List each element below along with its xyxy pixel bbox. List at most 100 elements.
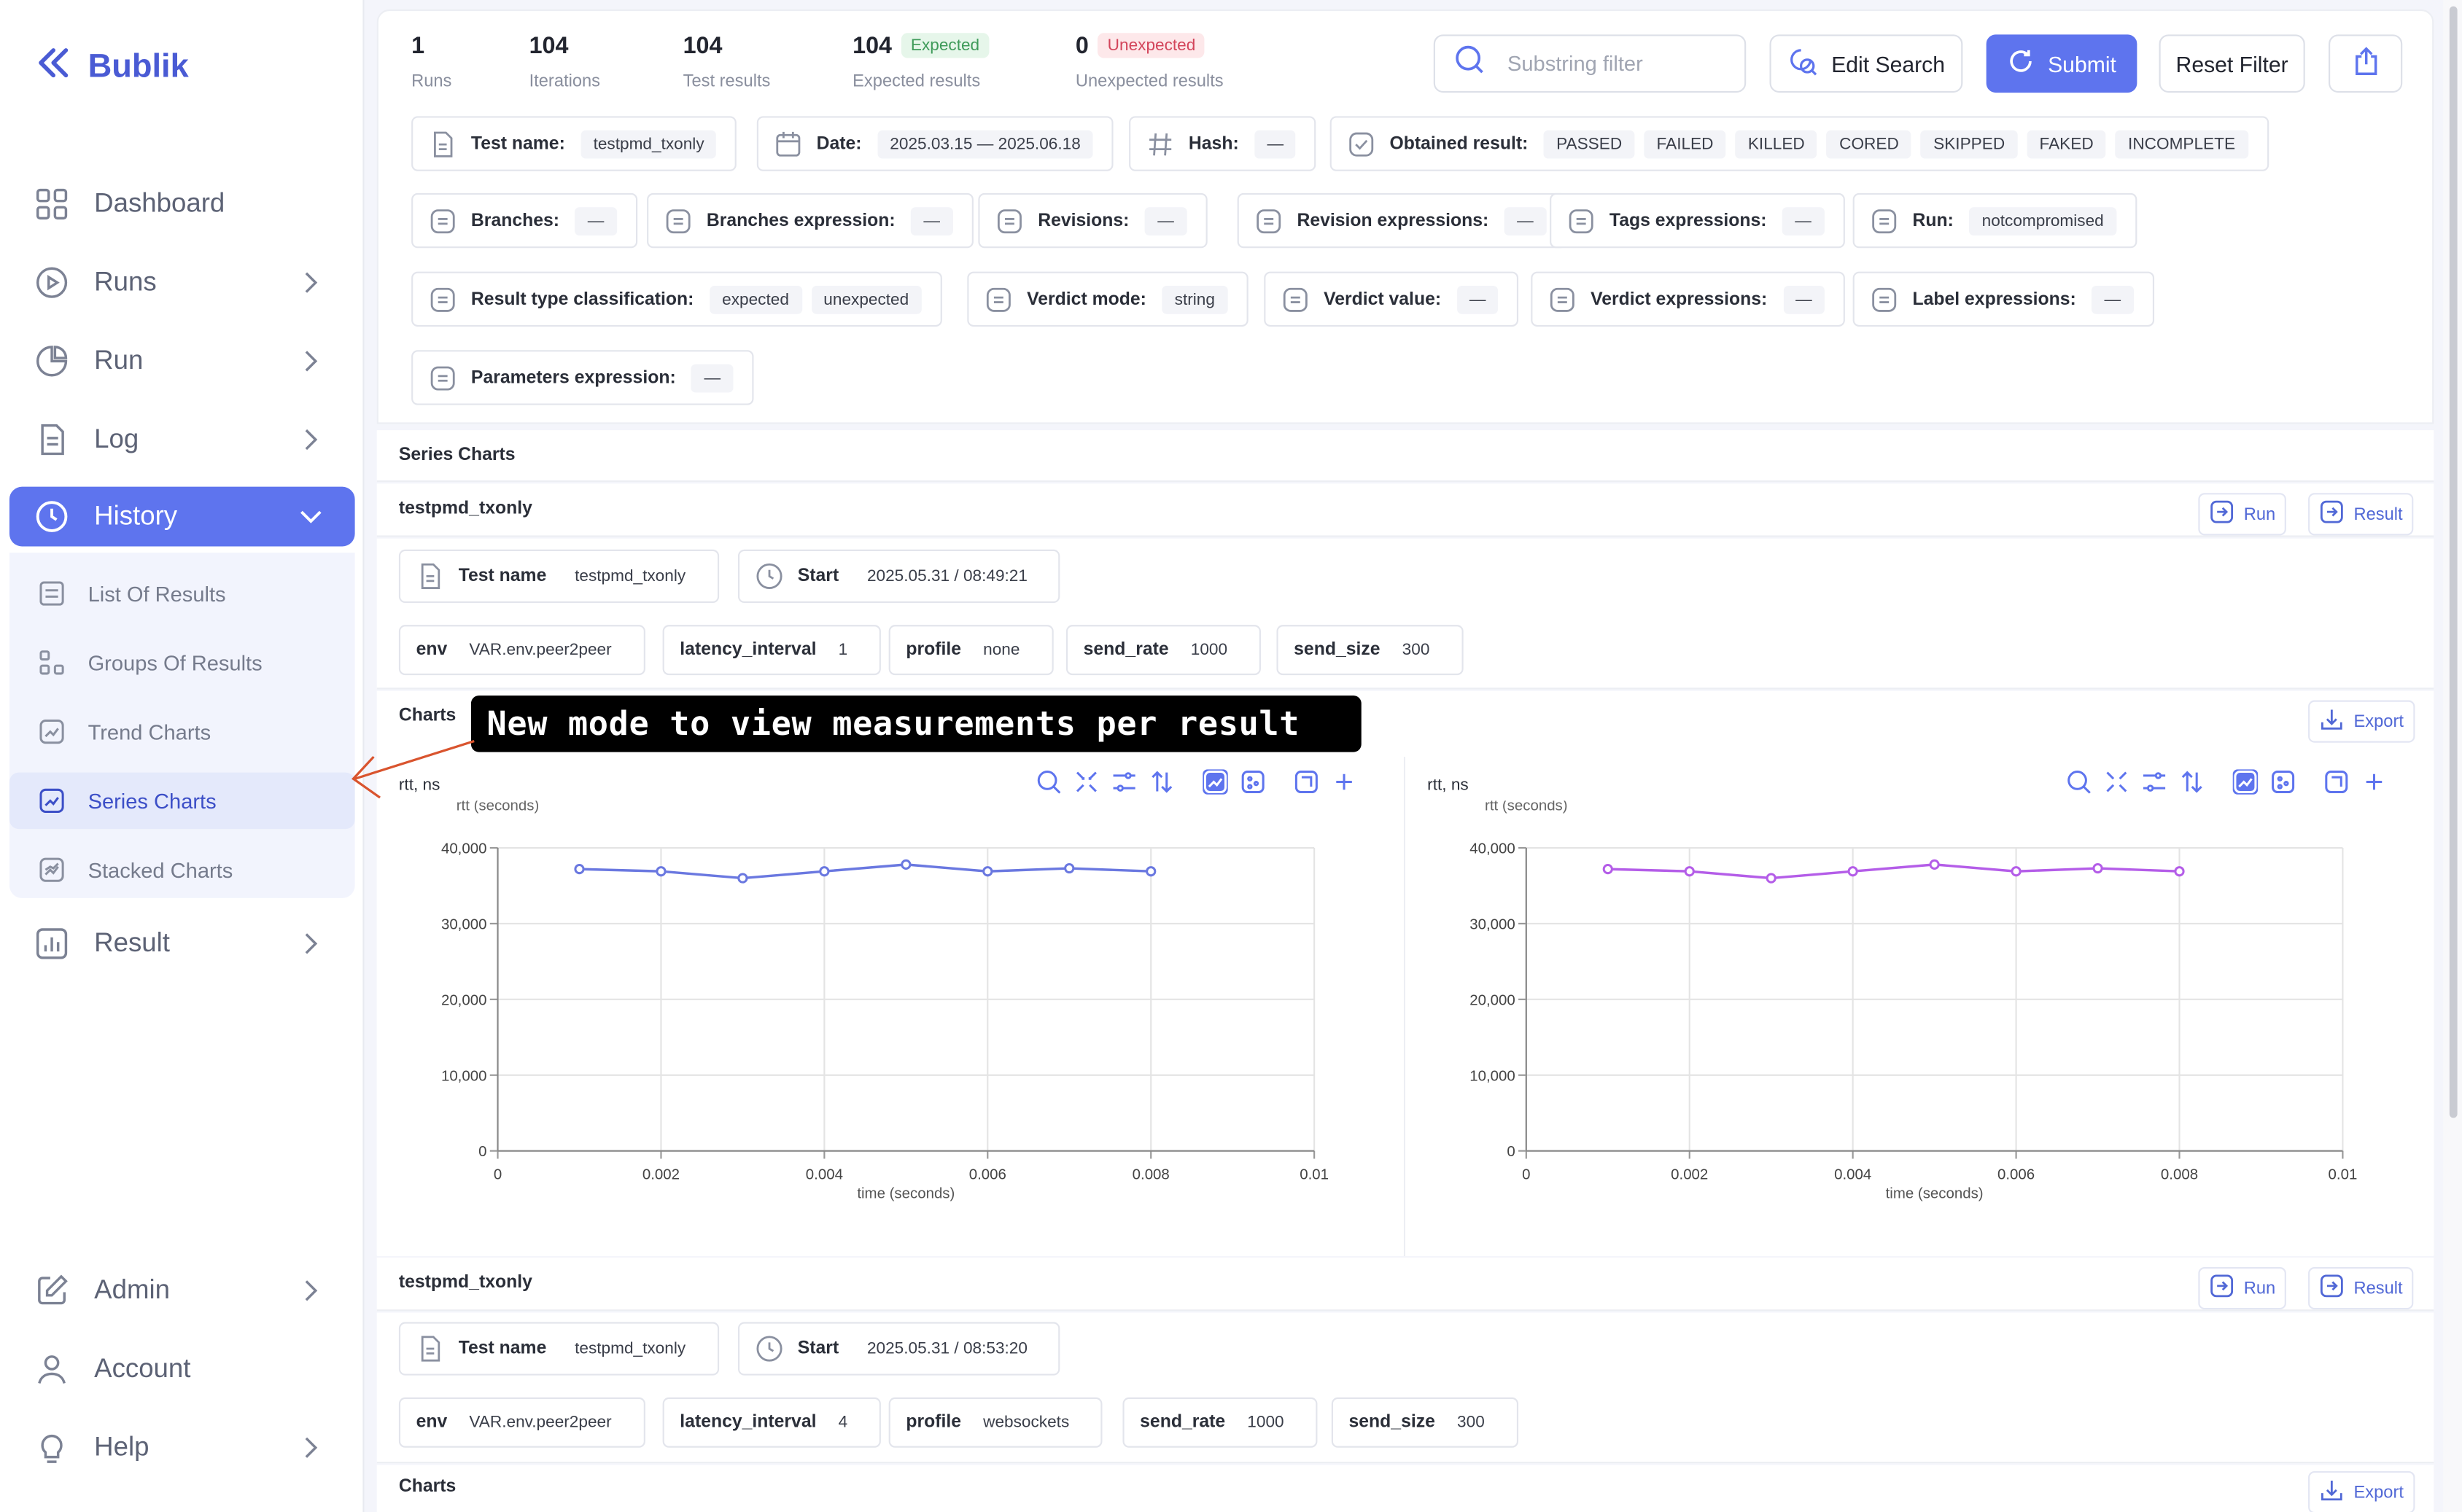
submit-button[interactable]: Submit: [1986, 34, 2137, 93]
scatter-mode-icon[interactable]: [2270, 769, 2295, 794]
filter-tags-expressions[interactable]: Tags expressions: —: [1550, 192, 1845, 249]
result-meta: Test name testpmd_txonly Start 2025.05.31 …: [376, 1312, 2434, 1464]
series-chart-icon: [38, 787, 66, 815]
sidebar-item-help[interactable]: Help: [9, 1418, 355, 1478]
filter-revisions[interactable]: Revisions: —: [978, 192, 1208, 249]
chart-panel: rtt, ns rtt (seconds) 0 10,000 20,000 30,000…: [1405, 753, 2434, 1256]
sidebar-item-stacked-charts[interactable]: Stacked Charts: [9, 841, 355, 898]
sidebar-item-label: Help: [94, 1432, 149, 1462]
fullscreen-icon[interactable]: [1294, 769, 1319, 794]
filter-value: unexpected: [811, 284, 922, 313]
plus-icon[interactable]: [2361, 769, 2386, 794]
sidebar-item-list-of-results[interactable]: List Of Results: [9, 565, 355, 622]
refresh-icon: [2007, 47, 2035, 80]
filter-verdict-mode[interactable]: Verdict mode: string: [967, 271, 1249, 327]
search-input[interactable]: [1507, 52, 1728, 76]
filter-branches[interactable]: Branches: —: [411, 192, 637, 249]
reset-filter-button[interactable]: Reset Filter: [2159, 34, 2305, 93]
result-header: testpmd_txonly Run Result: [376, 483, 2434, 537]
swap-icon[interactable]: [1149, 769, 1174, 794]
run-link-button[interactable]: Run: [2198, 493, 2287, 536]
sidebar-item-account[interactable]: Account: [9, 1339, 355, 1399]
zoom-icon[interactable]: [1036, 769, 1061, 794]
chevron-right-icon: [298, 1433, 323, 1462]
sidebar-item-result[interactable]: Result: [9, 913, 355, 973]
sliders-icon[interactable]: [2142, 769, 2167, 794]
filter-run[interactable]: Run: notcompromised: [1852, 192, 2137, 249]
param-send-rate: send_rate 1000: [1122, 1397, 1317, 1448]
substring-filter[interactable]: [1433, 34, 1747, 93]
trend-chart-icon: [38, 717, 66, 746]
fullscreen-icon[interactable]: [2324, 769, 2349, 794]
y-tick-label: 30,000: [441, 916, 487, 932]
filter-obtained-result[interactable]: Obtained result: PASSED FAILED KILLED CORED…: [1329, 116, 2269, 171]
scrollbar-thumb[interactable]: [2449, 6, 2458, 1118]
stat-test-results: 104 Test results: [683, 33, 771, 91]
filter-verdict-value[interactable]: Verdict value: —: [1264, 271, 1519, 327]
export-button[interactable]: Export: [2308, 1471, 2415, 1512]
sidebar-item-run[interactable]: Run: [9, 331, 355, 391]
sidebar-item-series-charts[interactable]: Series Charts: [9, 772, 355, 830]
param-send-size: send_size 300: [1276, 625, 1463, 676]
scatter-mode-icon[interactable]: [1240, 769, 1265, 794]
download-icon: [2319, 1478, 2344, 1508]
filter-label: Branches:: [470, 211, 560, 230]
list-icon: [664, 206, 693, 235]
swap-icon[interactable]: [2180, 769, 2205, 794]
filter-revision-expressions[interactable]: Revision expressions: —: [1237, 192, 1566, 249]
result-link-button[interactable]: Result: [2308, 1267, 2414, 1310]
filter-label: Result type classification:: [470, 289, 694, 309]
filter-hash[interactable]: Hash: —: [1129, 116, 1317, 171]
list-icon: [1870, 206, 1898, 235]
sidebar-item-history[interactable]: History: [9, 486, 355, 547]
y-tick-label: 30,000: [1469, 916, 1515, 932]
filter-date[interactable]: Date: 2025.03.15 — 2025.06.18: [756, 116, 1114, 171]
zoom-icon[interactable]: [2066, 769, 2091, 794]
sidebar-item-log[interactable]: Log: [9, 410, 355, 469]
filter-branches-expression[interactable]: Branches expression: —: [647, 192, 974, 249]
filter-verdict-expressions[interactable]: Verdict expressions: —: [1531, 271, 1845, 327]
sidebar-item-dashboard[interactable]: Dashboard: [9, 174, 355, 234]
document-icon: [416, 1335, 445, 1363]
collapse-icon[interactable]: [1074, 769, 1099, 794]
sliders-icon[interactable]: [1111, 769, 1136, 794]
param-key: profile: [906, 640, 961, 660]
line-mode-icon[interactable]: [1203, 769, 1228, 795]
filter-parameters-expression[interactable]: Parameters expression: —: [411, 350, 754, 405]
sidebar-item-groups-of-results[interactable]: Groups Of Results: [9, 634, 355, 691]
clock-icon: [756, 562, 784, 591]
sidebar-item-trend-charts[interactable]: Trend Charts: [9, 704, 355, 760]
chart-title: rtt, ns: [1427, 775, 1469, 795]
collapse-icon[interactable]: [2104, 769, 2129, 794]
param-profile: profile none: [888, 625, 1053, 676]
stat-label: Test results: [683, 72, 771, 91]
stat-value: 104: [683, 33, 723, 60]
param-key: env: [416, 1413, 448, 1433]
chevron-down-icon: [298, 502, 323, 531]
y-tick-label: 10,000: [1469, 1067, 1515, 1084]
filter-label-expressions[interactable]: Label expressions: —: [1852, 271, 2154, 327]
filter-result-type[interactable]: Result type classification: expected unexp…: [411, 271, 942, 327]
plus-icon[interactable]: [1332, 769, 1356, 794]
filter-value: FAKED: [2027, 129, 2106, 158]
filter-test-name[interactable]: Test name: testpmd_txonly: [411, 116, 737, 171]
filter-value: —: [911, 206, 953, 235]
double-chevron-left-icon[interactable]: [34, 44, 72, 91]
export-button[interactable]: Export: [2308, 700, 2415, 743]
line-chart[interactable]: rtt (seconds)010,00020,00030,00040,0000 0…: [1405, 800, 2434, 1256]
sidebar-item-admin[interactable]: Admin: [9, 1260, 355, 1320]
data-point: [982, 866, 993, 877]
export-label: Export: [2353, 1483, 2404, 1503]
param-value: 1: [838, 640, 848, 660]
share-button[interactable]: [2329, 34, 2403, 93]
result-link-button[interactable]: Result: [2308, 493, 2414, 536]
scrollbar[interactable]: [2443, 0, 2462, 1512]
sidebar-sub-label: Stacked Charts: [88, 857, 233, 882]
line-mode-icon[interactable]: [2232, 769, 2259, 795]
meta-value: testpmd_txonly: [575, 566, 686, 586]
app-logo[interactable]: Bublik: [34, 44, 189, 91]
line-chart[interactable]: rtt (seconds)010,00020,00030,00040,0000 0…: [377, 800, 1404, 1256]
sidebar-item-runs[interactable]: Runs: [9, 253, 355, 313]
run-link-button[interactable]: Run: [2198, 1267, 2287, 1310]
edit-search-button[interactable]: Edit Search: [1769, 34, 1963, 93]
